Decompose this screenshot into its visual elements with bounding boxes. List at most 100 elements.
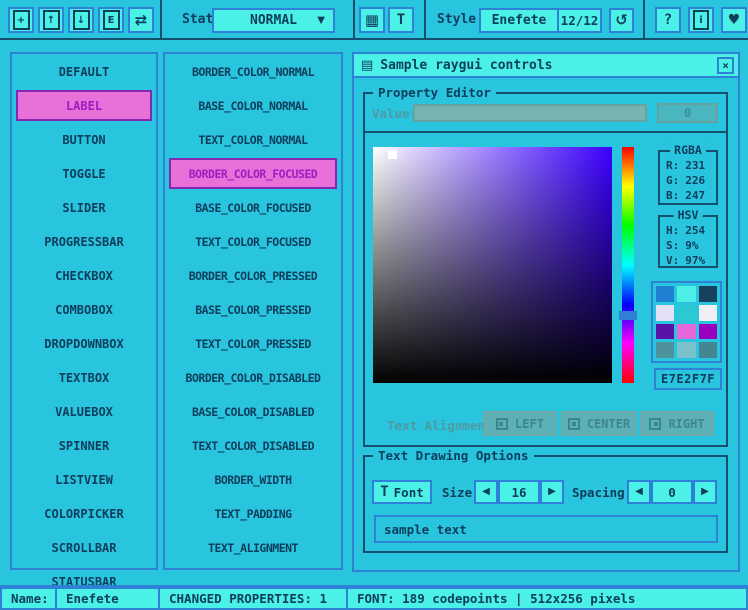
list-item[interactable]: DEFAULT xyxy=(16,56,152,87)
color-swatch[interactable] xyxy=(656,342,674,358)
close-button[interactable]: × xyxy=(717,57,734,74)
color-swatch[interactable] xyxy=(699,342,717,358)
chevron-down-icon: ▼ xyxy=(317,16,325,26)
list-item[interactable]: TEXT_ALIGNMENT xyxy=(169,532,337,563)
color-swatch[interactable] xyxy=(656,324,674,340)
list-item[interactable]: TOGGLE xyxy=(16,158,152,189)
export-style-button[interactable]: E xyxy=(98,7,124,33)
statusbar-changed-properties: CHANGED PROPERTIES: 1 xyxy=(158,587,348,610)
g-value: 226 xyxy=(685,174,705,188)
list-item[interactable]: PROGRESSBAR xyxy=(16,226,152,257)
reload-style-button[interactable]: ↺ xyxy=(609,8,634,33)
list-item[interactable]: COLORPICKER xyxy=(16,498,152,529)
list-item[interactable]: BORDER_WIDTH xyxy=(169,464,337,495)
font-info: FONT: 189 codepoints | 512x256 pixels xyxy=(357,591,635,606)
align-right-icon xyxy=(649,418,661,430)
window-titlebar[interactable]: ▤ Sample raygui controls × xyxy=(354,54,738,78)
font-editor-button[interactable]: T xyxy=(388,7,414,33)
list-item[interactable]: LISTVIEW xyxy=(16,464,152,495)
color-swatch[interactable] xyxy=(677,342,695,358)
list-item[interactable]: SCROLLBAR xyxy=(16,532,152,563)
color-swatch[interactable] xyxy=(656,305,674,321)
toolbar: + ↑ ↓ E ⇄ State: NORMAL ▼ ▦ T Style: xyxy=(0,0,748,40)
b-value: 247 xyxy=(685,189,705,203)
list-item[interactable]: TEXT_COLOR_NORMAL xyxy=(169,124,337,155)
state-dropdown[interactable]: NORMAL ▼ xyxy=(212,8,335,33)
hex-value-box[interactable]: E7E2F7F xyxy=(654,368,722,390)
list-item[interactable]: SLIDER xyxy=(16,192,152,223)
font-t-icon: T xyxy=(380,484,388,500)
list-item[interactable]: BUTTON xyxy=(16,124,152,155)
color-swatch[interactable] xyxy=(699,324,717,340)
list-item[interactable]: BASE_COLOR_FOCUSED xyxy=(169,192,337,223)
list-item[interactable]: TEXT_PADDING xyxy=(169,498,337,529)
save-style-button[interactable]: ↓ xyxy=(68,7,94,33)
list-item[interactable]: BASE_COLOR_NORMAL xyxy=(169,90,337,121)
statusbar-name-label: Name: xyxy=(0,587,57,610)
hue-slider-handle[interactable] xyxy=(619,311,637,320)
font-button[interactable]: T Font xyxy=(372,480,432,504)
color-swatch[interactable] xyxy=(699,286,717,302)
spacing-decrement-button[interactable]: ◀ xyxy=(627,480,651,504)
spacing-increment-button[interactable]: ▶ xyxy=(693,480,717,504)
sample-controls-window: ▤ Sample raygui controls × Property Edit… xyxy=(352,52,740,572)
g-label: G: xyxy=(666,174,679,188)
help-button[interactable]: ? xyxy=(655,7,681,33)
style-label: Style: xyxy=(437,0,484,38)
list-item[interactable]: VALUEBOX xyxy=(16,396,152,427)
size-increment-button[interactable]: ▶ xyxy=(540,480,564,504)
size-value-box[interactable]: 16 xyxy=(498,480,540,504)
list-item[interactable]: TEXT_COLOR_PRESSED xyxy=(169,328,337,359)
rgba-group: RGBA R:231 G:226 B:247 xyxy=(658,150,718,205)
open-style-button[interactable]: ↑ xyxy=(38,7,64,33)
color-cursor[interactable] xyxy=(388,150,397,159)
controls-table-button[interactable]: ▦ xyxy=(359,7,385,33)
list-item[interactable]: SPINNER xyxy=(16,430,152,461)
font-button-label: Font xyxy=(394,485,424,500)
new-style-button[interactable]: + xyxy=(8,7,34,33)
list-item[interactable]: TEXTBOX xyxy=(16,362,152,393)
divider-line xyxy=(363,131,728,133)
h-value: 254 xyxy=(685,224,705,238)
sample-text-input[interactable] xyxy=(374,515,718,543)
color-swatch[interactable] xyxy=(699,305,717,321)
file-open-icon: ↑ xyxy=(43,10,60,30)
s-value: 9% xyxy=(685,239,698,253)
spacing-value-box[interactable]: 0 xyxy=(651,480,693,504)
style-name-box[interactable]: Enefete xyxy=(479,8,559,33)
list-item[interactable]: BORDER_COLOR_NORMAL xyxy=(169,56,337,87)
close-icon: × xyxy=(722,59,729,72)
color-swatch[interactable] xyxy=(656,286,674,302)
color-swatch[interactable] xyxy=(677,305,695,321)
window-icon: ▤ xyxy=(361,59,373,72)
list-item[interactable]: CHECKBOX xyxy=(16,260,152,291)
randomize-style-button[interactable]: ⇄ xyxy=(128,7,154,33)
list-item-selected[interactable]: BORDER_COLOR_FOCUSED xyxy=(169,158,337,189)
style-name: Enefete xyxy=(492,13,547,28)
list-item[interactable]: COMBOBOX xyxy=(16,294,152,325)
reload-icon: ↺ xyxy=(615,13,628,28)
list-item[interactable]: BASE_COLOR_DISABLED xyxy=(169,396,337,427)
list-item[interactable]: TEXT_COLOR_DISABLED xyxy=(169,430,337,461)
heart-icon: ♥ xyxy=(728,13,741,27)
color-swatch[interactable] xyxy=(677,286,695,302)
v-value: 97% xyxy=(685,254,705,268)
b-label: B: xyxy=(666,189,679,203)
size-decrement-button[interactable]: ◀ xyxy=(474,480,498,504)
about-button[interactable]: i xyxy=(688,7,714,33)
r-label: R: xyxy=(666,159,679,173)
color-swatch[interactable] xyxy=(677,324,695,340)
v-label: V: xyxy=(666,254,679,268)
color-picker-panel[interactable] xyxy=(373,147,612,383)
list-item-selected[interactable]: LABEL xyxy=(16,90,152,121)
list-item[interactable]: DROPDOWNBOX xyxy=(16,328,152,359)
list-item[interactable]: BASE_COLOR_PRESSED xyxy=(169,294,337,325)
hue-bar[interactable] xyxy=(622,147,634,383)
list-item[interactable]: TEXT_COLOR_FOCUSED xyxy=(169,226,337,257)
toolbar-divider xyxy=(160,0,162,38)
value-box: 0 xyxy=(657,103,718,123)
align-center-button: CENTER xyxy=(561,411,637,436)
sponsor-button[interactable]: ♥ xyxy=(721,7,747,33)
list-item[interactable]: BORDER_COLOR_DISABLED xyxy=(169,362,337,393)
list-item[interactable]: BORDER_COLOR_PRESSED xyxy=(169,260,337,291)
